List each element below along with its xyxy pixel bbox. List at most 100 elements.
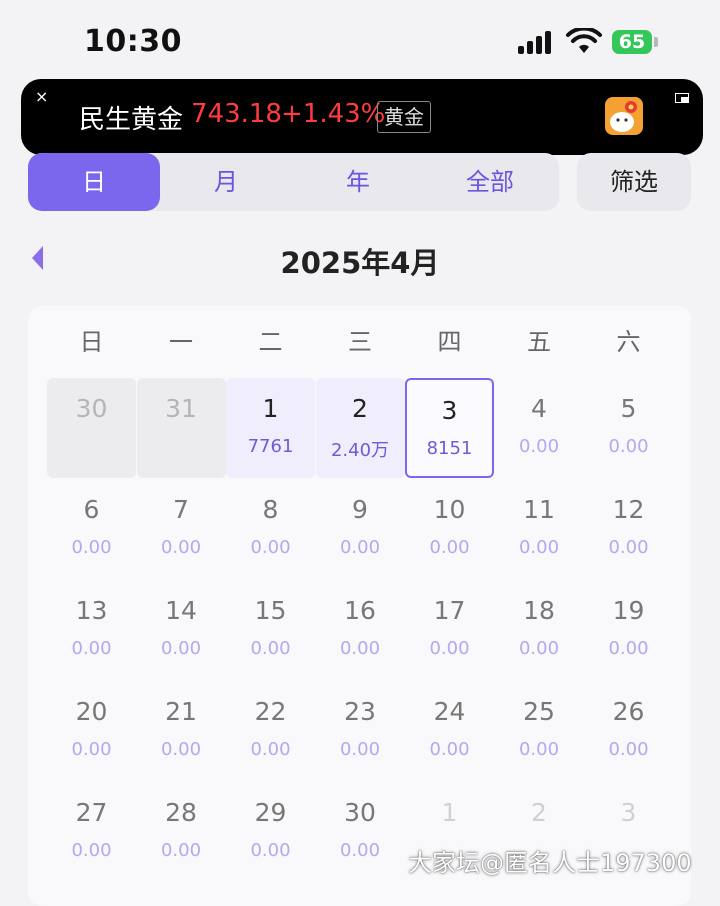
day-number: 3 — [620, 798, 637, 827]
calendar-day-cell[interactable]: 23 0.00 — [316, 681, 405, 781]
banner-name: 民生黄金 — [79, 105, 184, 135]
banner-change: +1.43% — [281, 99, 386, 129]
day-amount: 0.00 — [250, 537, 291, 558]
calendar-day-cell[interactable]: 30 0.00 — [316, 782, 405, 882]
calendar-day-cell[interactable]: 12 0.00 — [584, 479, 673, 579]
calendar-day-cell[interactable]: 31 — [136, 378, 226, 478]
day-number: 1 — [262, 394, 279, 423]
weekday-label: 日 — [79, 328, 104, 356]
day-number: 15 — [254, 596, 287, 625]
day-amount: 2.40万 — [330, 440, 390, 461]
day-amount: 0.00 — [71, 537, 112, 558]
expand-icon[interactable] — [675, 93, 689, 103]
day-number: 30 — [75, 394, 108, 423]
calendar-day-cell[interactable]: 21 0.00 — [137, 681, 226, 781]
close-icon[interactable]: × — [35, 87, 48, 106]
calendar-day-cell[interactable]: 7 0.00 — [137, 479, 226, 579]
day-amount: 0.00 — [518, 436, 560, 457]
day-number: 7 — [173, 495, 189, 524]
filter-button[interactable]: 筛选 — [577, 153, 691, 211]
calendar-day-cell[interactable]: 2 2.40万 — [315, 378, 405, 478]
calendar-day-cell[interactable]: 17 0.00 — [405, 580, 494, 680]
day-number: 21 — [165, 697, 197, 726]
day-amount: 0.00 — [71, 739, 112, 760]
day-amount: 0.00 — [518, 638, 560, 659]
day-amount: 0.00 — [250, 638, 291, 659]
day-number: 11 — [523, 495, 555, 524]
day-number: 25 — [523, 697, 555, 726]
calendar-day-cell[interactable]: 9 0.00 — [316, 479, 405, 579]
day-amount: 0.00 — [71, 638, 112, 659]
calendar-day-cell[interactable]: 30 — [47, 378, 136, 478]
day-number: 23 — [344, 697, 376, 726]
day-number: 4 — [531, 394, 547, 423]
day-number: 19 — [612, 596, 645, 625]
calendar-day-cell[interactable]: 27 0.00 — [47, 782, 136, 882]
calendar-day-cell[interactable]: 8 0.00 — [226, 479, 315, 579]
day-amount: 0.00 — [339, 739, 381, 760]
calendar-day-cell[interactable]: 14 0.00 — [137, 580, 226, 680]
day-amount: 0.00 — [160, 840, 202, 861]
calendar-day-cell[interactable]: 4 0.00 — [495, 378, 584, 478]
day-number: 1 — [441, 798, 458, 827]
calendar-day-cell[interactable]: 18 0.00 — [495, 580, 584, 680]
calendar-day-cell[interactable]: 15 0.00 — [226, 580, 315, 680]
day-number: 10 — [433, 495, 466, 524]
weekday-label: 四 — [437, 328, 462, 356]
calendar-day-cell[interactable]: 20 0.00 — [47, 681, 136, 781]
day-amount: 0.00 — [250, 840, 291, 861]
banner-tag: 黄金 — [377, 101, 431, 133]
app-icon[interactable] — [605, 97, 643, 135]
tab-day[interactable]: 日 — [28, 153, 160, 211]
day-amount: 0.00 — [160, 739, 202, 760]
battery-cap — [654, 37, 658, 47]
day-number: 16 — [344, 596, 376, 625]
day-amount: 0.00 — [518, 739, 560, 760]
status-time: 10:30 — [84, 24, 182, 59]
calendar-day-cell[interactable]: 19 0.00 — [584, 580, 673, 680]
watermark: 大家坛@匿名人士197300 — [408, 849, 692, 877]
calendar-day-cell[interactable]: 6 0.00 — [47, 479, 136, 579]
calendar-day-cell[interactable]: 26 0.00 — [584, 681, 673, 781]
calendar-day-cell[interactable]: 16 0.00 — [316, 580, 405, 680]
day-number: 29 — [254, 798, 287, 827]
day-number: 24 — [433, 697, 466, 726]
calendar-day-cell[interactable]: 5 0.00 — [584, 378, 673, 478]
calendar-day-cell[interactable]: 10 0.00 — [405, 479, 494, 579]
tab-year[interactable]: 年 — [292, 153, 424, 211]
gold-price-banner[interactable]: × 民生黄金 743.18 +1.43% 黄金 — [21, 79, 703, 155]
day-number: 17 — [433, 596, 466, 625]
day-number: 31 — [165, 394, 197, 423]
day-amount: 0.00 — [608, 638, 649, 659]
day-number: 8 — [262, 495, 279, 524]
day-amount: 0.00 — [339, 537, 381, 558]
calendar-day-cell[interactable]: 11 0.00 — [495, 479, 584, 579]
calendar-day-cell[interactable]: 28 0.00 — [137, 782, 226, 882]
day-amount: 0.00 — [608, 537, 649, 558]
tab-month[interactable]: 月 — [160, 153, 292, 211]
calendar-day-cell[interactable]: 22 0.00 — [226, 681, 315, 781]
day-number: 27 — [75, 798, 108, 827]
day-number: 26 — [612, 697, 645, 726]
day-amount: 0.00 — [518, 537, 560, 558]
day-amount: 0.00 — [71, 840, 112, 861]
day-number: 30 — [344, 798, 376, 827]
weekday-label: 六 — [616, 328, 641, 356]
weekday-label: 三 — [348, 328, 372, 356]
day-amount: 0.00 — [339, 840, 381, 861]
day-amount: 0.00 — [429, 739, 470, 760]
calendar-day-cell[interactable]: 3 8151 — [405, 378, 494, 478]
day-amount: 0.00 — [250, 739, 291, 760]
day-amount: 0.00 — [339, 638, 381, 659]
day-number: 3 — [441, 396, 458, 425]
calendar-day-cell[interactable]: 1 7761 — [226, 378, 315, 478]
calendar-day-cell[interactable]: 25 0.00 — [495, 681, 584, 781]
day-number: 13 — [75, 596, 108, 625]
battery-icon: 65 — [612, 30, 652, 54]
day-number: 20 — [75, 697, 108, 726]
calendar-day-cell[interactable]: 24 0.00 — [405, 681, 494, 781]
day-amount: 0.00 — [429, 537, 470, 558]
calendar-day-cell[interactable]: 13 0.00 — [47, 580, 136, 680]
tab-all[interactable]: 全部 — [424, 153, 556, 211]
calendar-day-cell[interactable]: 29 0.00 — [226, 782, 315, 882]
